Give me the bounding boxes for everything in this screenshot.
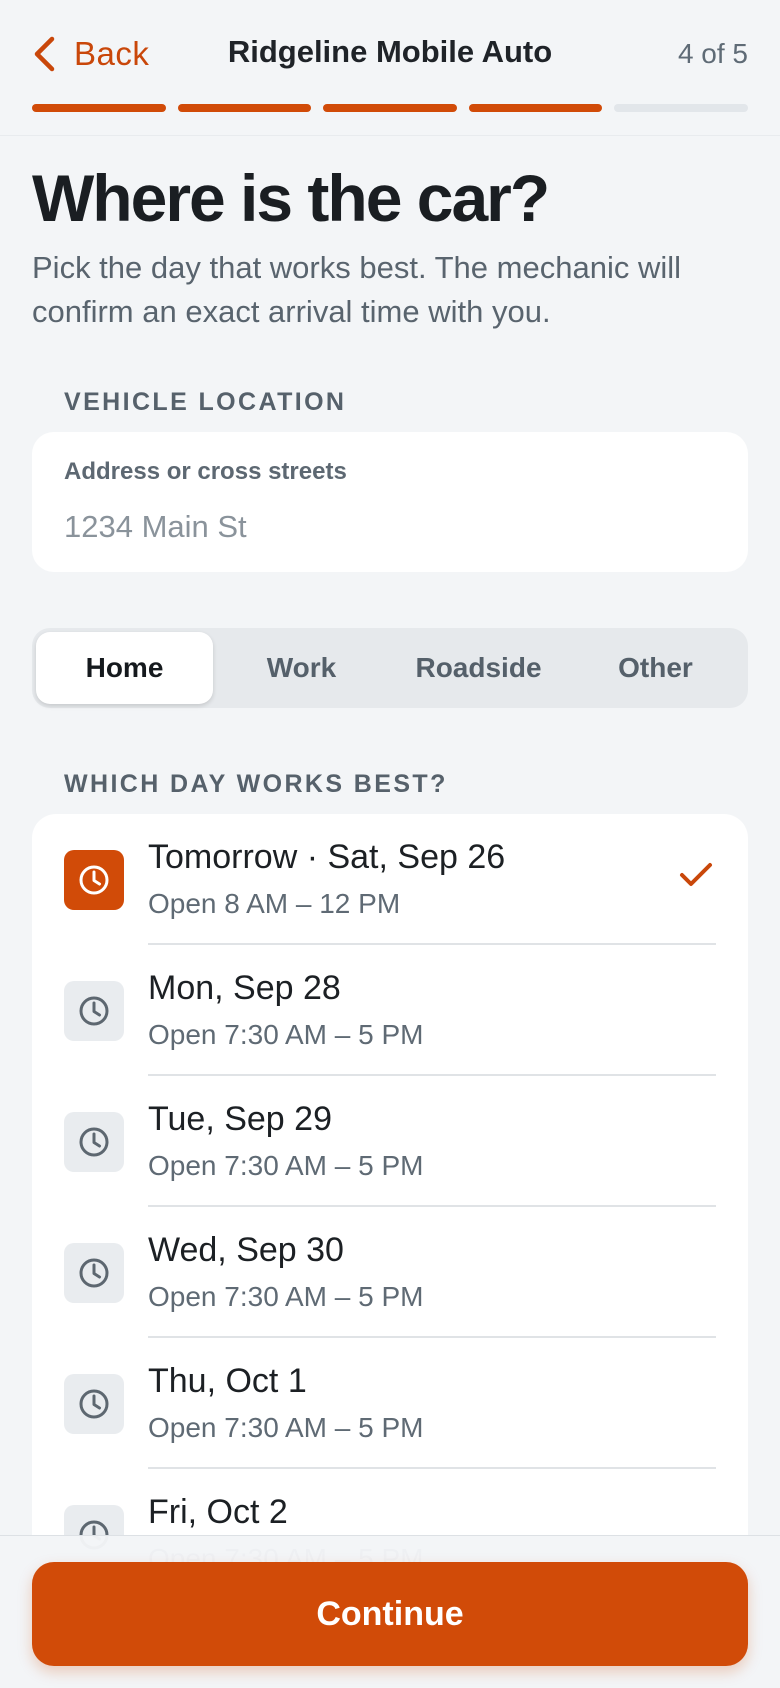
progress-segment — [614, 104, 748, 112]
location-type-selector: Home Work Roadside Other — [32, 628, 748, 708]
vehicle-location-label: VEHICLE LOCATION — [64, 388, 347, 416]
day-option[interactable]: Thu, Oct 1 Open 7:30 AM – 5 PM — [32, 1338, 748, 1469]
location-type-roadside[interactable]: Roadside — [390, 632, 567, 704]
progress-bar — [32, 104, 748, 112]
address-field-label: Address or cross streets — [64, 458, 347, 485]
day-title: Thu, Oct 1 — [148, 1362, 307, 1400]
progress-segment — [468, 104, 603, 112]
continue-button[interactable]: Continue — [32, 1562, 748, 1666]
day-hours: Open 7:30 AM – 5 PM — [148, 1281, 424, 1312]
page-title: Where is the car? — [32, 161, 550, 235]
day-list: Tomorrow · Sat, Sep 26 Open 8 AM – 12 PM M… — [32, 814, 748, 1574]
top-bar: Back Ridgeline Mobile Auto 4 of 5 — [0, 0, 780, 136]
page-description: Pick the day that works best. The mechan… — [32, 250, 681, 329]
checkmark-icon — [678, 860, 714, 890]
app-title: Ridgeline Mobile Auto — [227, 34, 553, 69]
clock-icon — [64, 1243, 124, 1303]
day-option[interactable]: Mon, Sep 28 Open 7:30 AM – 5 PM — [32, 945, 748, 1076]
clock-icon — [64, 981, 124, 1041]
clock-icon — [64, 850, 124, 910]
clock-icon — [64, 1112, 124, 1172]
step-counter: 4 of 5 — [677, 38, 748, 69]
day-hours: Open 7:30 AM – 5 PM — [148, 1019, 424, 1050]
day-option[interactable]: Tue, Sep 29 Open 7:30 AM – 5 PM — [32, 1076, 748, 1207]
day-hours: Open 7:30 AM – 5 PM — [148, 1150, 424, 1181]
day-hours: Open 8 AM – 12 PM — [148, 888, 401, 919]
progress-segment — [32, 104, 166, 112]
day-option[interactable]: Tomorrow · Sat, Sep 26 Open 8 AM – 12 PM — [32, 814, 748, 945]
day-selection-label: WHICH DAY WORKS BEST? — [64, 770, 448, 798]
day-title: Mon, Sep 28 — [148, 969, 341, 1007]
clock-icon — [64, 1374, 124, 1434]
location-type-home[interactable]: Home — [36, 632, 213, 704]
day-hours: Open 7:30 AM – 5 PM — [148, 1412, 424, 1443]
day-title: Tue, Sep 29 — [148, 1100, 332, 1138]
location-type-other[interactable]: Other — [567, 632, 744, 704]
location-type-work[interactable]: Work — [213, 632, 390, 704]
day-option[interactable]: Wed, Sep 30 Open 7:30 AM – 5 PM — [32, 1207, 748, 1338]
day-title: Tomorrow · Sat, Sep 26 — [148, 838, 506, 876]
address-input[interactable] — [64, 502, 714, 552]
bottom-bar: Continue — [0, 1535, 780, 1688]
day-title: Fri, Oct 2 — [148, 1493, 288, 1531]
day-title: Wed, Sep 30 — [148, 1231, 344, 1269]
progress-segment — [177, 104, 312, 112]
progress-segment — [323, 104, 457, 112]
address-card: Address or cross streets — [32, 432, 748, 572]
